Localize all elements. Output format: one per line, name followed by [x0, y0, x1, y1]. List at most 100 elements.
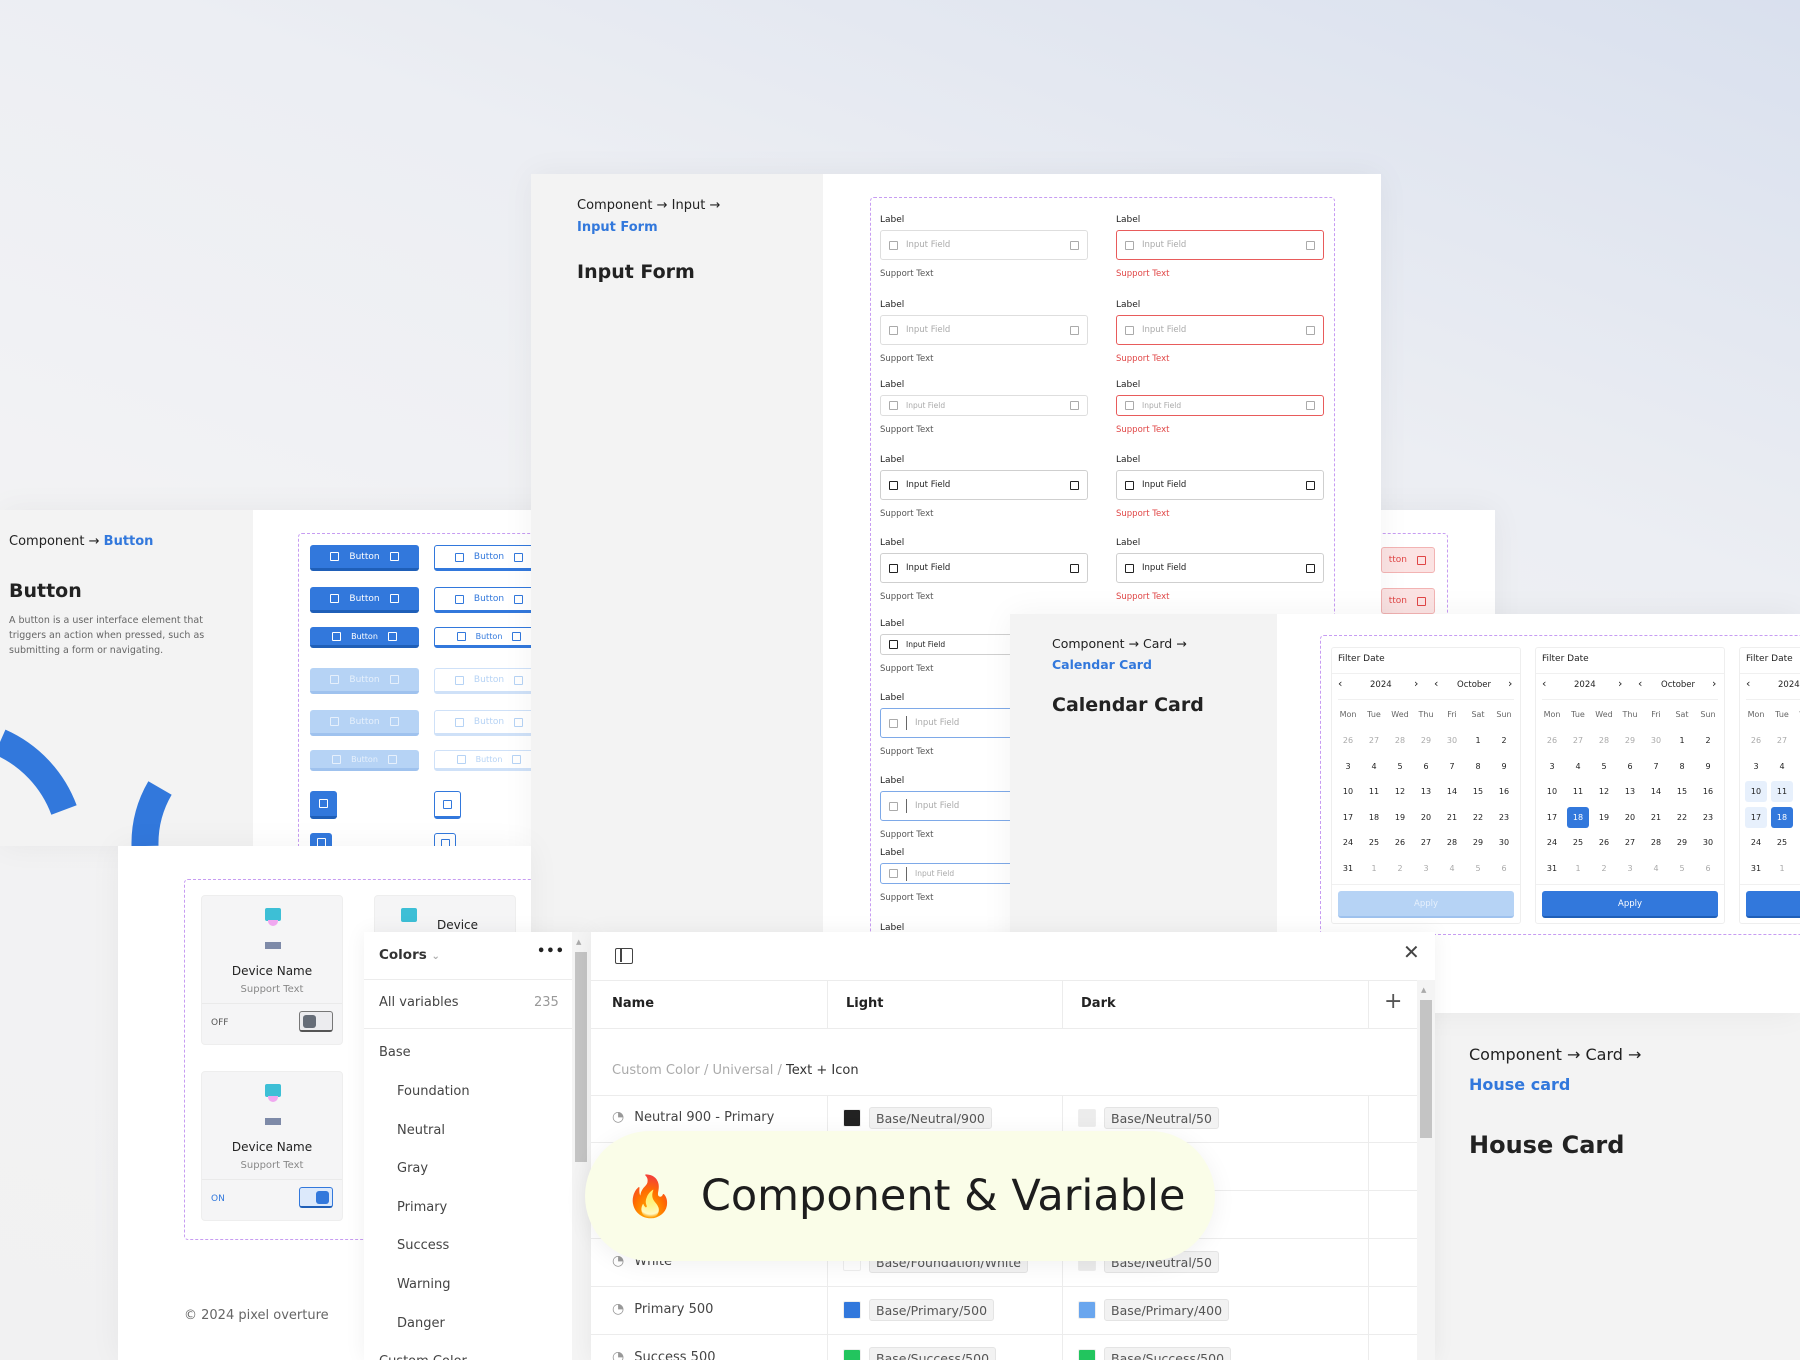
prev-year-icon[interactable]: ‹: [1746, 677, 1750, 690]
calendar-day[interactable]: 23: [1697, 807, 1719, 828]
sidebar-scrollbar[interactable]: ▲: [572, 932, 591, 1360]
next-year-icon[interactable]: ›: [1618, 677, 1622, 690]
button-out-disabled[interactable]: Button: [434, 668, 544, 694]
add-mode-icon[interactable]: +: [1384, 989, 1402, 1014]
calendar-day[interactable]: 10: [1541, 781, 1563, 802]
calendar-day[interactable]: 27: [1619, 832, 1641, 853]
input-field[interactable]: Input Field: [1116, 395, 1324, 416]
calendar-day[interactable]: 2: [1697, 730, 1719, 751]
calendar-day[interactable]: 28: [1389, 730, 1411, 751]
calendar-day[interactable]: 1: [1671, 730, 1693, 751]
calendar-day[interactable]: 27: [1363, 730, 1385, 751]
calendar-day[interactable]: 22: [1671, 807, 1693, 828]
calendar-day[interactable]: 28: [1645, 832, 1667, 853]
calendar-day[interactable]: 27: [1771, 730, 1793, 751]
calendar-day[interactable]: 2: [1593, 858, 1615, 879]
calendar-day[interactable]: 29: [1467, 832, 1489, 853]
prev-month-icon[interactable]: ‹: [1434, 677, 1438, 690]
group-subitem[interactable]: Foundation: [397, 1084, 470, 1099]
calendar-day[interactable]: 5: [1593, 756, 1615, 777]
calendar-day[interactable]: 26: [1337, 730, 1359, 751]
scrollbar-thumb[interactable]: [1420, 1000, 1432, 1138]
sidebar-toggle-icon[interactable]: [615, 948, 633, 964]
calendar-day[interactable]: 8: [1671, 756, 1693, 777]
next-year-icon[interactable]: ›: [1414, 677, 1418, 690]
input-field[interactable]: Input Field: [880, 230, 1088, 260]
input-field[interactable]: Input Field: [880, 315, 1088, 345]
calendar-day[interactable]: 4: [1441, 858, 1463, 879]
group-subitem[interactable]: Warning: [397, 1277, 450, 1292]
next-month-icon[interactable]: ›: [1508, 677, 1512, 690]
calendar-day[interactable]: 2: [1493, 730, 1515, 751]
calendar-day[interactable]: 27: [1415, 832, 1437, 853]
calendar-day[interactable]: 24: [1337, 832, 1359, 853]
calendar-day[interactable]: 1: [1771, 858, 1793, 879]
calendar-day[interactable]: 14: [1441, 781, 1463, 802]
calendar-day[interactable]: 31: [1337, 858, 1359, 879]
calendar-day[interactable]: 6: [1493, 858, 1515, 879]
input-field[interactable]: Input Field: [1116, 230, 1324, 260]
calendar-day[interactable]: 1: [1467, 730, 1489, 751]
icon-button[interactable]: [434, 791, 461, 819]
button-fill-disabled[interactable]: Button: [310, 668, 419, 694]
calendar-day[interactable]: 18: [1771, 806, 1793, 828]
table-scrollbar[interactable]: ▲: [1417, 980, 1435, 1360]
calendar-day[interactable]: 17: [1541, 807, 1563, 828]
calendar-day[interactable]: 9: [1493, 756, 1515, 777]
calendar-day[interactable]: 4: [1771, 756, 1793, 777]
calendar-day[interactable]: 11: [1771, 781, 1793, 802]
calendar-day[interactable]: 15: [1671, 781, 1693, 802]
apply-button[interactable]: Apply: [1338, 891, 1514, 918]
calendar-day[interactable]: 4: [1645, 858, 1667, 879]
calendar-day[interactable]: 3: [1541, 756, 1563, 777]
calendar-day[interactable]: 15: [1467, 781, 1489, 802]
all-variables-item[interactable]: All variables 235: [364, 980, 572, 1028]
calendar-day[interactable]: 25: [1363, 832, 1385, 853]
calendar-day[interactable]: 31: [1745, 858, 1767, 879]
group-item[interactable]: Custom Color: [379, 1354, 467, 1360]
calendar-day[interactable]: 24: [1745, 832, 1767, 853]
calendar-day[interactable]: 17: [1745, 806, 1767, 828]
breadcrumb-item[interactable]: Component: [1469, 1045, 1562, 1064]
calendar-day[interactable]: 18: [1363, 807, 1385, 828]
calendar-day[interactable]: 30: [1493, 832, 1515, 853]
power-toggle[interactable]: [299, 1011, 333, 1032]
more-icon[interactable]: •••: [537, 944, 565, 959]
calendar-day[interactable]: 10: [1337, 781, 1359, 802]
calendar-day[interactable]: 20: [1619, 807, 1641, 828]
input-field[interactable]: Input Field: [880, 553, 1088, 583]
light-value-chip[interactable]: Base/Success/500: [869, 1347, 997, 1360]
input-field[interactable]: Input Field: [880, 395, 1088, 416]
breadcrumb-item[interactable]: Card: [1143, 636, 1172, 651]
calendar-day[interactable]: 17: [1337, 807, 1359, 828]
light-value-chip[interactable]: Base/Primary/500: [869, 1299, 995, 1321]
group-subitem[interactable]: Danger: [397, 1316, 445, 1331]
calendar-day[interactable]: 26: [1745, 730, 1767, 751]
calendar-day[interactable]: 28: [1441, 832, 1463, 853]
button-out[interactable]: Button: [434, 545, 544, 571]
breadcrumb-item[interactable]: Component: [577, 198, 652, 213]
breadcrumb-current[interactable]: Input Form: [577, 220, 658, 235]
calendar-day[interactable]: 2: [1389, 858, 1411, 879]
scroll-up-icon[interactable]: ▲: [576, 938, 581, 946]
calendar-day[interactable]: 1: [1567, 858, 1589, 879]
column-header-name[interactable]: Name: [612, 996, 654, 1011]
dark-value-chip[interactable]: Base/Neutral/50: [1104, 1107, 1219, 1129]
button-out-disabled[interactable]: Button: [434, 710, 544, 736]
calendar-day[interactable]: 5: [1671, 858, 1693, 879]
calendar-day[interactable]: 29: [1671, 832, 1693, 853]
prev-month-icon[interactable]: ‹: [1638, 677, 1642, 690]
calendar-day[interactable]: 19: [1389, 807, 1411, 828]
calendar-day[interactable]: 6: [1697, 858, 1719, 879]
collection-dropdown[interactable]: Colors ⌄: [379, 947, 440, 963]
calendar-day[interactable]: 28: [1593, 730, 1615, 751]
apply-button[interactable]: Apply: [1542, 891, 1718, 918]
column-header-dark[interactable]: Dark: [1081, 996, 1116, 1011]
group-item[interactable]: Base: [379, 1045, 411, 1060]
calendar-day[interactable]: 5: [1389, 756, 1411, 777]
calendar-day[interactable]: 20: [1415, 807, 1437, 828]
icon-button[interactable]: [310, 833, 332, 846]
calendar-day[interactable]: 18: [1567, 806, 1589, 828]
close-icon[interactable]: ✕: [1403, 940, 1420, 964]
calendar-day[interactable]: 16: [1697, 781, 1719, 802]
